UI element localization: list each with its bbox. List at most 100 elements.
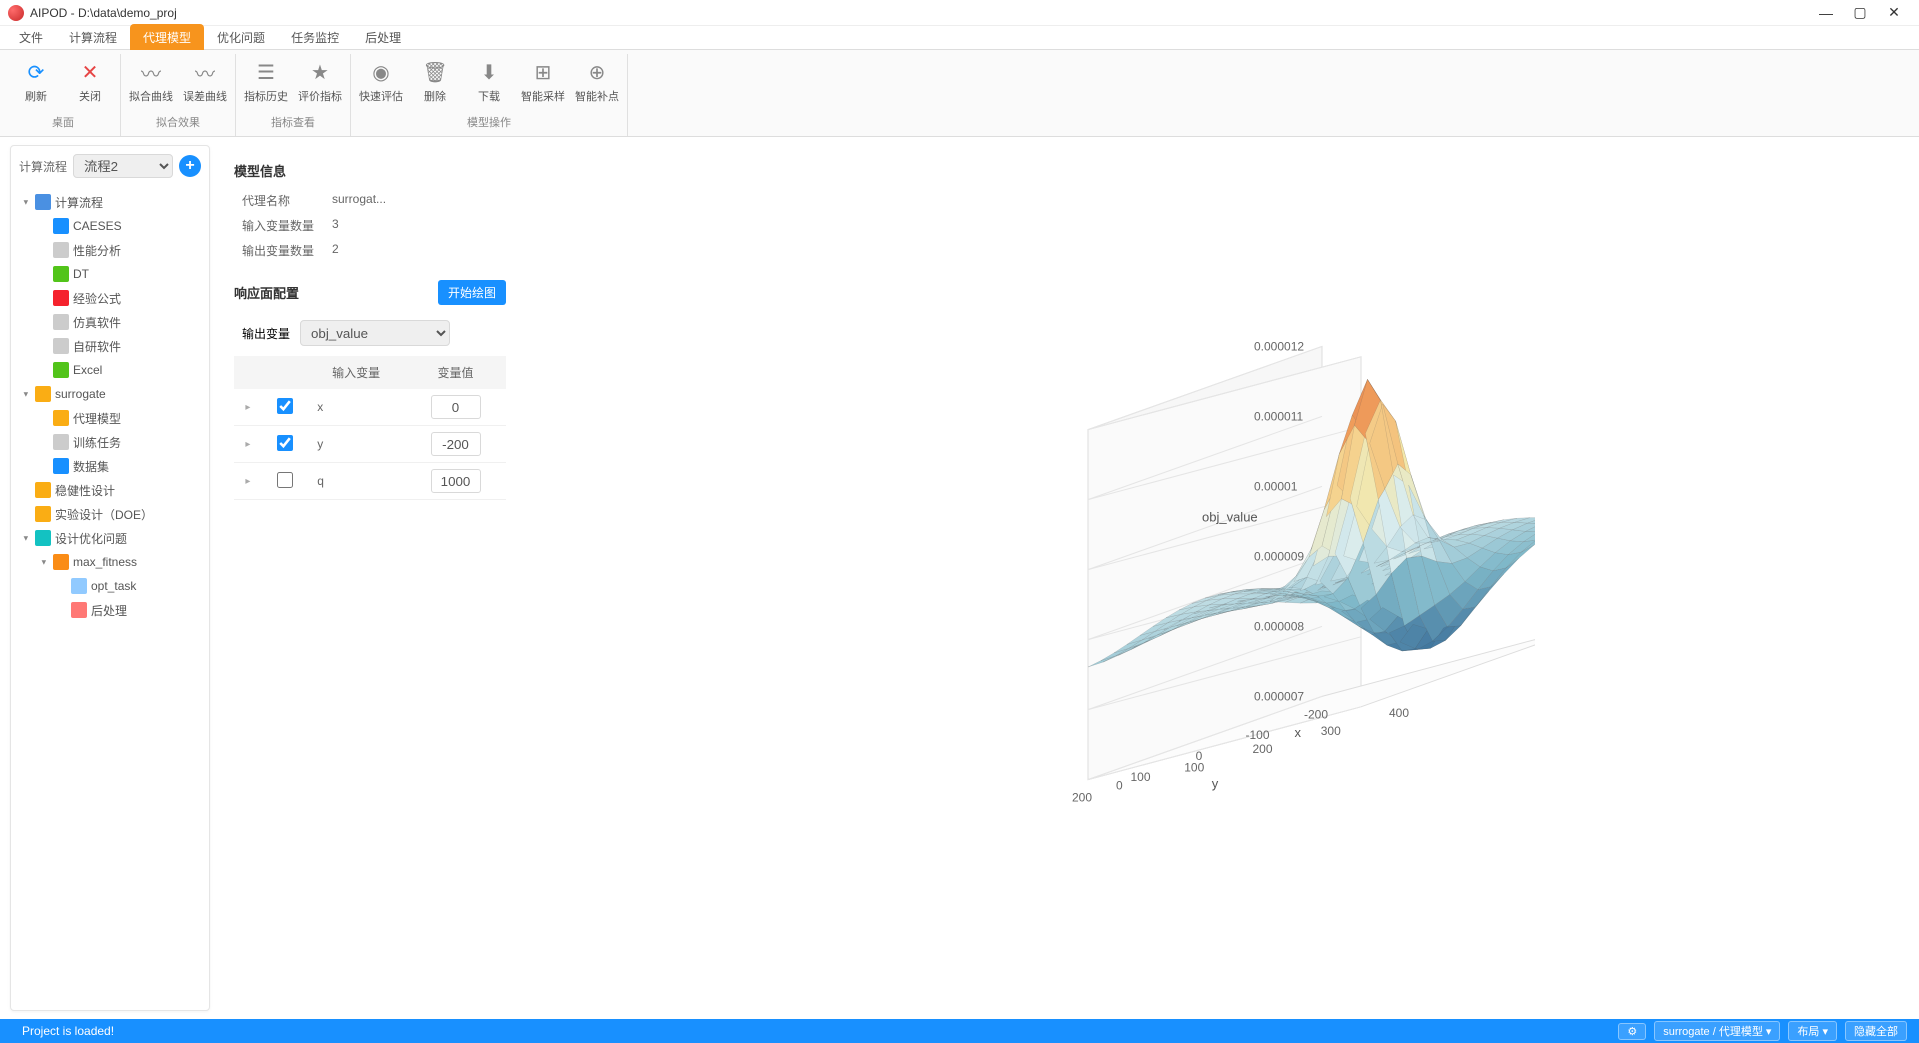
var-name: x bbox=[307, 389, 405, 426]
tree: 计算流程 CAESES 性能分析 DT 经验公式仿真软件自研软件 Excelsurroga… bbox=[11, 186, 209, 626]
tree-icon bbox=[53, 314, 69, 330]
ribbon-btn-metric-hist[interactable]: ☰指标历史 bbox=[240, 54, 292, 110]
tree-item[interactable]: 稳健性设计 bbox=[11, 478, 209, 502]
smart-sample-icon: ⊞ bbox=[531, 60, 555, 84]
column-header bbox=[262, 356, 308, 389]
tree-icon bbox=[53, 554, 69, 570]
ribbon-btn-download[interactable]: ⬇下载 bbox=[463, 54, 515, 110]
tree-label: 自研软件 bbox=[73, 338, 121, 355]
tree-icon bbox=[53, 266, 69, 282]
tree-item[interactable]: 经验公式 bbox=[11, 286, 209, 310]
statusbar: Project is loaded! ⚙ surrogate / 代理模型 ▾ … bbox=[0, 1019, 1919, 1043]
ribbon-btn-fast-eval[interactable]: ◉快速评估 bbox=[355, 54, 407, 110]
tab-后处理[interactable]: 后处理 bbox=[352, 24, 414, 50]
refresh-icon: ⟳ bbox=[24, 60, 48, 84]
tree-icon bbox=[53, 458, 69, 474]
tree-item[interactable]: max_fitness bbox=[11, 550, 209, 574]
tree-item[interactable]: 性能分析 bbox=[11, 238, 209, 262]
svg-text:400: 400 bbox=[1389, 706, 1409, 720]
output-var-select[interactable]: obj_value bbox=[300, 320, 450, 346]
start-plot-button[interactable]: 开始绘图 bbox=[438, 280, 506, 305]
expand-icon[interactable]: ▸ bbox=[234, 426, 262, 463]
surface-plot[interactable]: 0.0000070.0000080.0000090.000010.0000110… bbox=[895, 308, 1535, 848]
tree-item[interactable]: 代理模型 bbox=[11, 406, 209, 430]
fit-curve-icon: 〰 bbox=[139, 60, 163, 84]
tab-代理模型[interactable]: 代理模型 bbox=[130, 24, 204, 50]
info-row: 输入变量数量3 bbox=[234, 213, 506, 238]
tree-item[interactable]: opt_task bbox=[11, 574, 209, 598]
settings-gear-button[interactable]: ⚙ bbox=[1618, 1023, 1646, 1040]
tab-优化问题[interactable]: 优化问题 bbox=[204, 24, 278, 50]
config-panel: 模型信息 代理名称surrogat...输入变量数量3输出变量数量2 响应面配置… bbox=[220, 145, 520, 1011]
flow-label: 计算流程 bbox=[19, 158, 67, 175]
minimize-button[interactable]: — bbox=[1809, 2, 1843, 24]
expand-icon[interactable]: ▸ bbox=[234, 463, 262, 500]
tab-任务监控[interactable]: 任务监控 bbox=[278, 24, 352, 50]
ribbon-btn-smart-sample[interactable]: ⊞智能采样 bbox=[517, 54, 569, 110]
ribbon-btn-refresh[interactable]: ⟳ 刷新 bbox=[10, 54, 62, 110]
var-checkbox[interactable] bbox=[277, 435, 293, 451]
ribbon-label: 智能补点 bbox=[575, 88, 619, 104]
tree-label: DT bbox=[73, 267, 89, 281]
tree-item[interactable]: 仿真软件 bbox=[11, 310, 209, 334]
tab-计算流程[interactable]: 计算流程 bbox=[56, 24, 130, 50]
tree-item[interactable]: 训练任务 bbox=[11, 430, 209, 454]
tree-item[interactable]: Excel bbox=[11, 358, 209, 382]
svg-text:0.000012: 0.000012 bbox=[1254, 339, 1304, 353]
status-layout-select[interactable]: 布局 ▾ bbox=[1788, 1021, 1837, 1041]
tree-label: 仿真软件 bbox=[73, 314, 121, 331]
tree-icon bbox=[53, 434, 69, 450]
var-name: y bbox=[307, 426, 405, 463]
tree-item[interactable]: 实验设计（DOE） bbox=[11, 502, 209, 526]
table-row: ▸ x bbox=[234, 389, 506, 426]
tree-icon bbox=[53, 410, 69, 426]
tree-item[interactable]: 设计优化问题 bbox=[11, 526, 209, 550]
tree-label: 训练任务 bbox=[73, 434, 121, 451]
ribbon-btn-eval-metric[interactable]: ★评价指标 bbox=[294, 54, 346, 110]
ribbon-btn-fit-curve[interactable]: 〰拟合曲线 bbox=[125, 54, 177, 110]
gear-icon: ⚙ bbox=[1627, 1025, 1637, 1038]
flow-select[interactable]: 流程2 bbox=[73, 154, 173, 178]
maximize-button[interactable]: ▢ bbox=[1843, 2, 1877, 24]
ribbon-group-label: 桌面 bbox=[52, 110, 74, 136]
tree-label: 性能分析 bbox=[73, 242, 121, 259]
tree-item[interactable]: 后处理 bbox=[11, 598, 209, 622]
var-value-input[interactable] bbox=[431, 395, 481, 419]
ribbon-btn-delete[interactable]: 🗑删除 bbox=[409, 54, 461, 110]
app-icon bbox=[8, 5, 24, 21]
ribbon-label: 评价指标 bbox=[298, 88, 342, 104]
var-name: q bbox=[307, 463, 405, 500]
var-checkbox[interactable] bbox=[277, 472, 293, 488]
status-hide-all-button[interactable]: 隐藏全部 bbox=[1845, 1021, 1907, 1041]
close-button[interactable]: ✕ bbox=[1877, 2, 1911, 24]
tree-item[interactable]: CAESES bbox=[11, 214, 209, 238]
add-flow-button[interactable]: + bbox=[179, 155, 201, 177]
tree-item[interactable]: DT bbox=[11, 262, 209, 286]
expand-icon[interactable]: ▸ bbox=[234, 389, 262, 426]
column-header bbox=[234, 356, 262, 389]
info-row: 代理名称surrogat... bbox=[234, 188, 506, 213]
tree-item[interactable]: surrogate bbox=[11, 382, 209, 406]
var-value-input[interactable] bbox=[431, 469, 481, 493]
tree-item[interactable]: 自研软件 bbox=[11, 334, 209, 358]
var-value-input[interactable] bbox=[431, 432, 481, 456]
svg-text:x: x bbox=[1294, 725, 1301, 740]
ribbon-label: 指标历史 bbox=[244, 88, 288, 104]
tab-文件[interactable]: 文件 bbox=[6, 24, 56, 50]
status-model-select[interactable]: surrogate / 代理模型 ▾ bbox=[1654, 1021, 1780, 1041]
window-title: AIPOD - D:\data\demo_proj bbox=[30, 6, 1809, 20]
ribbon-btn-err-curve[interactable]: 〰误差曲线 bbox=[179, 54, 231, 110]
ribbon-label: 刷新 bbox=[25, 88, 47, 104]
tree-item[interactable]: 数据集 bbox=[11, 454, 209, 478]
ribbon-btn-smart-fill[interactable]: ⊕智能补点 bbox=[571, 54, 623, 110]
tree-item[interactable]: 计算流程 bbox=[11, 190, 209, 214]
download-icon: ⬇ bbox=[477, 60, 501, 84]
ribbon-label: 关闭 bbox=[79, 88, 101, 104]
svg-text:200: 200 bbox=[1252, 742, 1272, 756]
var-checkbox[interactable] bbox=[277, 398, 293, 414]
tree-label: 计算流程 bbox=[55, 194, 103, 211]
titlebar: AIPOD - D:\data\demo_proj — ▢ ✕ bbox=[0, 0, 1919, 26]
ribbon-btn-close[interactable]: ✕关闭 bbox=[64, 54, 116, 110]
svg-text:0: 0 bbox=[1116, 779, 1123, 793]
svg-text:obj_value: obj_value bbox=[1202, 509, 1258, 524]
